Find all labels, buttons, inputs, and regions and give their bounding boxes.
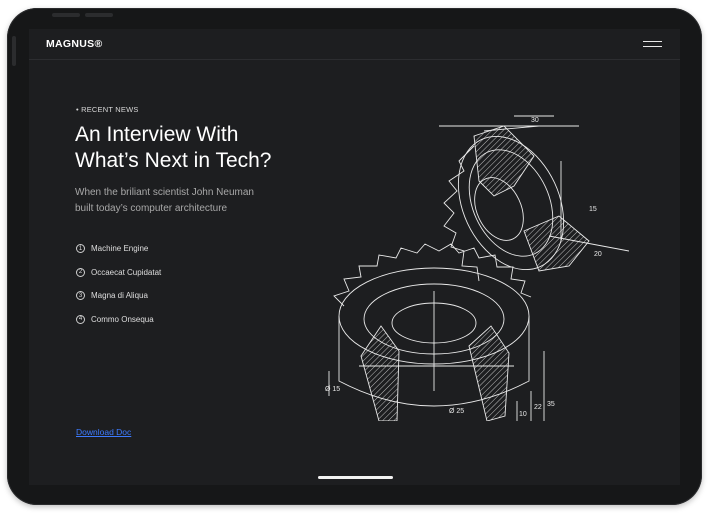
subtitle-line-2: built today’s computer architecture bbox=[75, 203, 228, 214]
subtitle-line-1: When the briliant scientist John Neuman bbox=[75, 187, 254, 198]
number-badge: 1 bbox=[76, 244, 85, 254]
list-item-magna-di-aliqua[interactable]: 3 Magna di Aliqua bbox=[76, 284, 161, 308]
download-doc-link[interactable]: Download Doc bbox=[76, 427, 131, 437]
gear-blueprint-illustration: 30 15 20 35 22 10 Ø 25 Ø 15 bbox=[325, 91, 629, 421]
tablet-button bbox=[85, 13, 113, 17]
section-kicker: • RECENT NEWS bbox=[76, 105, 139, 114]
list-item-label: Magna di Aliqua bbox=[91, 291, 148, 301]
list-item-commo-onsequa[interactable]: 4 Commo Onsequa bbox=[76, 308, 161, 332]
list-item-machine-engine[interactable]: 1 Machine Engine bbox=[76, 237, 161, 261]
number-badge: 4 bbox=[76, 314, 85, 324]
number-badge: 3 bbox=[76, 291, 85, 301]
list-item-label: Machine Engine bbox=[91, 244, 149, 254]
dimension-label: 30 bbox=[531, 117, 539, 124]
screen: MAGNUS® • RECENT NEWS An Interview With … bbox=[29, 29, 680, 485]
brand-logo[interactable]: MAGNUS® bbox=[46, 38, 103, 50]
dimension-label: Ø 25 bbox=[449, 408, 464, 415]
list-item-occaecat-cupidatat[interactable]: 2 Occaecat Cupidatat bbox=[76, 261, 161, 285]
header-divider bbox=[29, 59, 680, 60]
dimension-label: 35 bbox=[547, 401, 555, 408]
tablet-side-button bbox=[12, 36, 16, 66]
lower-gear-drawing bbox=[329, 244, 544, 421]
number-badge: 2 bbox=[76, 267, 85, 277]
upper-gear-drawing bbox=[438, 116, 629, 287]
home-indicator[interactable] bbox=[318, 476, 393, 479]
dimension-label: 15 bbox=[589, 206, 597, 213]
dimension-label: 22 bbox=[534, 404, 542, 411]
dimension-label: 20 bbox=[594, 251, 602, 258]
tablet-button bbox=[52, 13, 80, 17]
feature-list: 1 Machine Engine 2 Occaecat Cupidatat 3 … bbox=[76, 237, 161, 331]
list-item-label: Commo Onsequa bbox=[91, 314, 154, 324]
page-subtitle: When the briliant scientist John Neuman … bbox=[75, 185, 305, 217]
hamburger-menu-icon[interactable] bbox=[643, 41, 662, 48]
dimension-label: Ø 15 bbox=[325, 386, 340, 393]
list-item-label: Occaecat Cupidatat bbox=[91, 267, 162, 277]
dimension-label: 10 bbox=[519, 411, 527, 418]
